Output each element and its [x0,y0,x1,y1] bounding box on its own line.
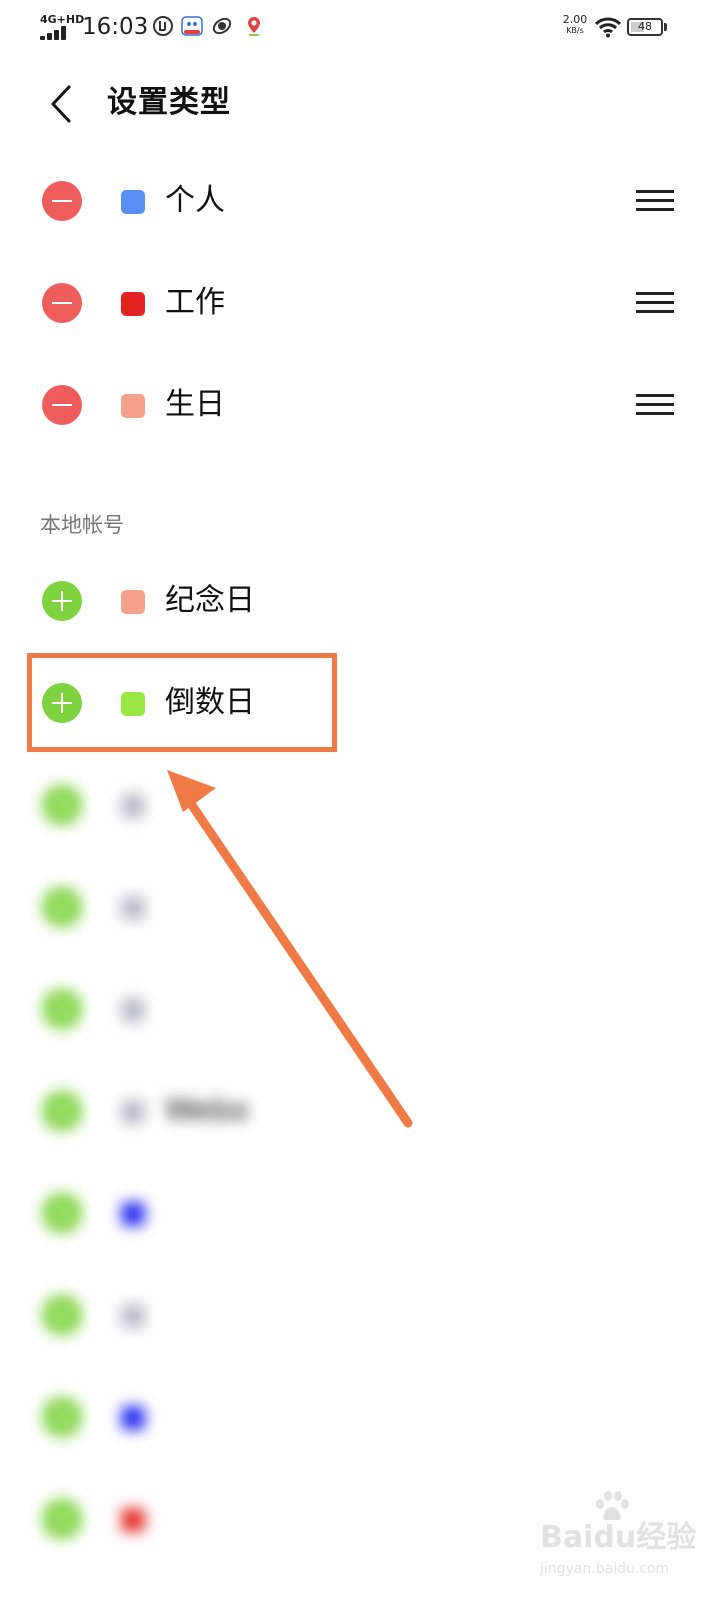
remove-icon[interactable] [42,283,82,323]
watermark-brand: Baidu经验 [540,1520,697,1555]
type-label: Webo [165,1093,249,1128]
local-row-anniversary: 纪念日 [0,550,720,652]
remove-icon[interactable] [42,181,82,221]
local-row-blurred [0,754,720,856]
app-notification-icon [153,16,173,36]
clock: 16:03 [82,14,149,40]
status-bar: 4G+HD 16:03 2.00 KB/s 48 [0,0,720,56]
back-arrow-icon[interactable] [36,80,84,128]
color-swatch [121,998,145,1022]
color-swatch [121,1508,145,1532]
network-type: 4G+HD [40,13,85,26]
watermark: Baidu经验 jingyan.baidu.com [540,1490,710,1590]
wifi-icon [595,17,621,38]
screen: 4G+HD 16:03 2.00 KB/s 48 设置类型 个人 工作 生日 本… [0,0,720,1600]
color-swatch [121,292,145,316]
local-row-blurred [0,1264,720,1366]
add-icon[interactable] [42,1499,82,1539]
location-app-icon [248,17,260,36]
page-title: 设置类型 [107,85,231,120]
add-icon[interactable] [42,581,82,621]
baidu-app-icon [181,16,203,36]
battery-level: 48 [638,20,652,33]
type-row-birthday: 生日 [0,354,720,456]
sync-app-icon [212,17,232,35]
type-row-work: 工作 [0,252,720,354]
remove-icon[interactable] [42,385,82,425]
type-label: 工作 [165,285,225,320]
signal-icon: 4G+HD [40,14,84,40]
color-swatch [121,896,145,920]
local-row-blurred [0,958,720,1060]
drag-handle-icon[interactable] [636,292,674,314]
add-icon[interactable] [42,1295,82,1335]
type-row-personal: 个人 [0,150,720,252]
baidu-paw-icon [596,1491,629,1520]
add-icon[interactable] [42,1397,82,1437]
color-swatch [121,1406,145,1430]
local-row-blurred [0,1366,720,1468]
color-swatch [121,1304,145,1328]
drag-handle-icon[interactable] [636,190,674,212]
type-label: 个人 [165,183,225,218]
color-swatch [121,394,145,418]
local-row-blurred: Webo [0,1060,720,1162]
local-row-blurred [0,856,720,958]
section-header-local-account: 本地帐号 [40,513,124,537]
color-swatch [121,1202,145,1226]
annotation-highlight-box [27,653,337,752]
type-label: 生日 [165,387,225,422]
type-label: 纪念日 [165,583,255,618]
add-icon[interactable] [42,1091,82,1131]
battery-icon: 48 [627,18,663,36]
network-speed: 2.00 KB/s [562,13,588,36]
color-swatch [121,190,145,214]
color-swatch [121,590,145,614]
local-row-blurred [0,1162,720,1264]
add-icon[interactable] [42,1193,82,1233]
drag-handle-icon[interactable] [636,394,674,416]
color-swatch [121,794,145,818]
color-swatch [121,1100,145,1124]
add-icon[interactable] [42,785,82,825]
watermark-url: jingyan.baidu.com [540,1561,670,1577]
header: 设置类型 [0,64,720,144]
add-icon[interactable] [42,887,82,927]
add-icon[interactable] [42,989,82,1029]
